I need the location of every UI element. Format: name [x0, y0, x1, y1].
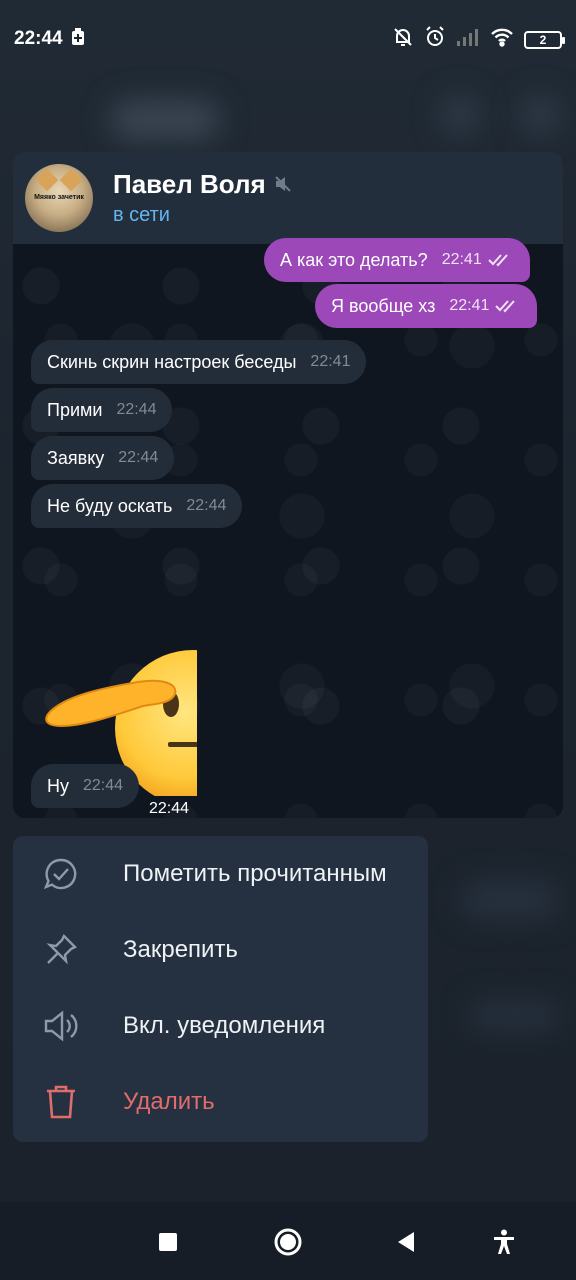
unmute-icon [41, 1006, 81, 1046]
blurred-shape [460, 880, 560, 920]
battery-icon: 2 [524, 30, 565, 49]
menu-label: Закрепить [123, 936, 238, 963]
avatar-ear [59, 168, 83, 192]
avatar: Мяяко зачетик [25, 164, 93, 232]
recents-button[interactable] [148, 1222, 188, 1262]
back-button[interactable] [386, 1222, 426, 1262]
sticker-time: 22:44 [149, 800, 190, 817]
status-bar: 22:44 2 [0, 0, 576, 78]
message-time: 22:41 [449, 297, 490, 314]
message-text: Скинь скрин настроек беседы [47, 351, 297, 372]
accessibility-button[interactable] [484, 1222, 524, 1262]
battery-saver-icon [71, 27, 85, 51]
menu-label: Удалить [123, 1088, 215, 1115]
message-text: А как это делать? [280, 249, 428, 270]
message-time: 22:41 [310, 353, 351, 370]
message-incoming[interactable]: Заявку 22:44 [31, 436, 175, 480]
double-check-icon [488, 253, 514, 267]
chat-header[interactable]: Мяяко зачетик Павел Воля в сети [13, 152, 563, 244]
menu-label: Вкл. уведомления [123, 1012, 326, 1039]
contact-status: в сети [113, 204, 170, 226]
muted-icon [274, 169, 292, 200]
menu-item-unmute[interactable]: Вкл. уведомления [13, 988, 428, 1064]
double-check-icon [495, 299, 521, 313]
battery-level: 2 [539, 32, 547, 47]
blurred-shape [520, 95, 560, 135]
message-text: Заявку [47, 447, 105, 468]
alarm-icon [424, 26, 446, 53]
contact-name: Павел Воля [113, 169, 266, 199]
message-outgoing[interactable]: Я вообще хз 22:41 [315, 284, 538, 328]
trash-icon [41, 1082, 81, 1122]
pin-icon [41, 930, 81, 970]
message-incoming[interactable]: Не буду оскать 22:44 [31, 484, 243, 528]
message-text: Прими [47, 399, 103, 420]
wifi-icon [490, 27, 514, 52]
message-text: Я вообще хз [331, 295, 436, 316]
menu-label: Пометить прочитанным [123, 860, 387, 887]
message-outgoing[interactable]: А как это делать? 22:41 [264, 238, 530, 282]
chat-messages: А как это делать? 22:41 Я вообще хз 22:4… [13, 238, 563, 818]
message-time: 22:44 [83, 777, 124, 794]
avatar-ear [35, 168, 59, 192]
message-time: 22:41 [441, 251, 482, 268]
blurred-shape [110, 100, 220, 140]
status-time: 22:44 [14, 28, 63, 49]
avatar-caption: Мяяко зачетик [34, 194, 84, 201]
context-menu: Пометить прочитанным Закрепить Вкл. увед… [13, 836, 428, 1142]
menu-item-mark-read[interactable]: Пометить прочитанным [13, 836, 428, 912]
message-incoming[interactable]: Прими 22:44 [31, 388, 173, 432]
menu-item-pin[interactable]: Закрепить [13, 912, 428, 988]
menu-item-delete[interactable]: Удалить [13, 1064, 428, 1140]
chat-preview[interactable]: Мяяко зачетик Павел Воля в сети А как эт… [13, 152, 563, 818]
message-text: Не буду оскать [47, 495, 173, 516]
home-button[interactable] [268, 1222, 308, 1262]
signal-icon [456, 28, 480, 51]
message-incoming[interactable]: Скинь скрин настроек беседы 22:41 [31, 340, 367, 384]
message-time: 22:44 [116, 401, 157, 418]
blurred-shape [440, 95, 480, 135]
blurred-shape [470, 1000, 560, 1030]
message-text: Ну [47, 775, 69, 796]
mark-read-icon [41, 854, 81, 894]
mute-bell-icon [392, 26, 414, 53]
message-incoming[interactable]: Ну 22:44 [31, 764, 140, 808]
message-time: 22:44 [118, 449, 159, 466]
message-time: 22:44 [186, 497, 227, 514]
navigation-bar [0, 1202, 576, 1280]
